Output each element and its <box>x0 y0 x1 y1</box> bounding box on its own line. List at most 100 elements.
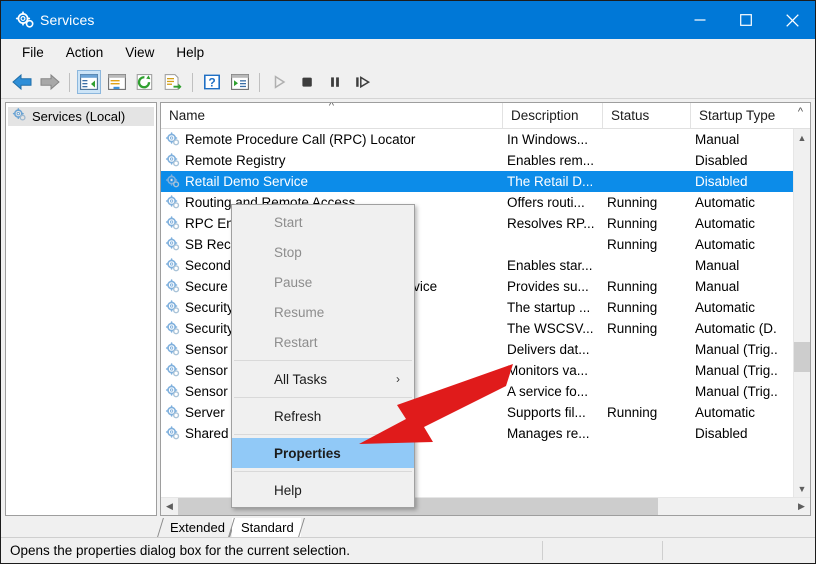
minimize-button[interactable] <box>677 1 723 39</box>
cell-startup: Disabled <box>695 426 805 441</box>
scroll-right-arrow-icon[interactable]: ▶ <box>793 498 810 515</box>
export-list-button[interactable] <box>161 70 185 94</box>
tree-node-services-local[interactable]: Services (Local) <box>8 107 154 126</box>
status-divider-1 <box>542 541 543 560</box>
services-gear-icon <box>165 195 182 211</box>
menu-item-label: Restart <box>274 335 318 350</box>
forward-button[interactable] <box>38 70 62 94</box>
cell-startup: Manual (Trig.. <box>695 384 805 399</box>
services-gear-icon <box>165 405 182 421</box>
show-hide-action-pane-button[interactable] <box>105 70 129 94</box>
column-header-startup-type[interactable]: Startup Type <box>691 103 791 128</box>
cell-description: Enables star... <box>507 258 603 273</box>
column-header-description-label: Description <box>511 108 579 123</box>
scroll-down-arrow-icon[interactable]: ▼ <box>794 480 811 497</box>
cell-startup: Automatic (D. <box>695 321 805 336</box>
toolbar-separator-2 <box>192 73 193 92</box>
cell-status: Running <box>607 321 691 336</box>
cell-name-label: Server <box>185 405 225 420</box>
menu-item-pause: Pause <box>232 267 414 297</box>
services-gear-icon <box>165 321 182 337</box>
cell-status: Running <box>607 300 691 315</box>
table-row[interactable]: Remote RegistryEnables rem...Disabled <box>161 150 810 171</box>
services-gear-icon <box>165 426 182 442</box>
menu-item-label: All Tasks <box>274 372 327 387</box>
cell-description: Offers routi... <box>507 195 603 210</box>
refresh-button[interactable] <box>133 70 157 94</box>
toolbar-separator-1 <box>69 73 70 92</box>
window-title: Services <box>40 12 94 28</box>
pause-service-button[interactable] <box>323 70 347 94</box>
menu-view[interactable]: View <box>114 42 165 63</box>
menu-item-start: Start <box>232 207 414 237</box>
menu-item-label: Pause <box>274 275 312 290</box>
cell-status: Running <box>607 279 691 294</box>
table-row[interactable]: Remote Procedure Call (RPC) LocatorIn Wi… <box>161 129 810 150</box>
restart-service-button[interactable] <box>351 70 375 94</box>
menu-item-label: Start <box>274 215 303 230</box>
toolbar: ? <box>1 66 815 99</box>
vertical-scroll-thumb[interactable] <box>794 342 811 372</box>
column-header-startup-type-label: Startup Type <box>699 108 775 123</box>
maximize-button[interactable] <box>723 1 769 39</box>
status-bar-text: Opens the properties dialog box for the … <box>1 543 350 558</box>
menu-file[interactable]: File <box>11 42 55 63</box>
cell-startup: Automatic <box>695 216 805 231</box>
cell-description: Resolves RP... <box>507 216 603 231</box>
cell-description: In Windows... <box>507 132 603 147</box>
help-question-icon[interactable]: ? <box>200 70 224 94</box>
menu-item-all-tasks[interactable]: All Tasks › <box>232 364 414 394</box>
cell-description: The startup ... <box>507 300 603 315</box>
column-header-name[interactable]: ^ Name <box>161 103 503 128</box>
cell-startup: Manual <box>695 279 805 294</box>
scroll-up-arrow-icon[interactable]: ▲ <box>794 129 811 146</box>
cell-description: Supports fil... <box>507 405 603 420</box>
submenu-chevron-icon: › <box>396 372 400 386</box>
menu-bar: File Action View Help <box>1 39 815 66</box>
show-hide-details-button[interactable] <box>228 70 252 94</box>
menu-item-stop: Stop <box>232 237 414 267</box>
tab-standard[interactable]: Standard <box>232 518 301 537</box>
cell-name-label: Retail Demo Service <box>185 174 308 189</box>
table-row[interactable]: Retail Demo ServiceThe Retail D...Disabl… <box>161 171 810 192</box>
column-header-status[interactable]: Status <box>603 103 691 128</box>
show-hide-console-tree-button[interactable] <box>77 70 101 94</box>
header-scroll-up-icon: ^ <box>791 103 810 128</box>
caption-buttons <box>677 1 815 39</box>
stop-service-button[interactable] <box>295 70 319 94</box>
tab-standard-label: Standard <box>241 520 294 535</box>
vertical-scrollbar[interactable]: ▲ ▼ <box>793 129 810 497</box>
cell-description: A service fo... <box>507 384 603 399</box>
menu-item-label: Stop <box>274 245 302 260</box>
services-window: Services File Action View Help <box>0 0 816 564</box>
close-button[interactable] <box>769 1 815 39</box>
vertical-scroll-track[interactable] <box>794 146 811 480</box>
cell-startup: Manual (Trig.. <box>695 342 805 357</box>
menu-help[interactable]: Help <box>165 42 215 63</box>
scroll-left-arrow-icon[interactable]: ◀ <box>161 498 178 515</box>
cell-name: Remote Procedure Call (RPC) Locator <box>165 132 505 148</box>
menu-item-restart: Restart <box>232 327 414 357</box>
menu-action[interactable]: Action <box>55 42 115 63</box>
services-gear-icon <box>165 279 182 295</box>
menu-item-refresh[interactable]: Refresh <box>232 401 414 431</box>
cell-startup: Disabled <box>695 153 805 168</box>
cell-status: Running <box>607 195 691 210</box>
status-bar: Opens the properties dialog box for the … <box>1 537 815 563</box>
column-header-description[interactable]: Description <box>503 103 603 128</box>
services-gear-icon <box>165 363 182 379</box>
cell-description: The Retail D... <box>507 174 603 189</box>
cell-description: Delivers dat... <box>507 342 603 357</box>
cell-startup: Automatic <box>695 405 805 420</box>
services-gear-icon <box>165 174 182 190</box>
cell-startup: Automatic <box>695 195 805 210</box>
tab-extended[interactable]: Extended <box>161 518 232 537</box>
cell-startup: Automatic <box>695 300 805 315</box>
services-gear-icon <box>165 132 182 148</box>
menu-item-help[interactable]: Help <box>232 475 414 505</box>
menu-separator <box>234 397 412 398</box>
menu-item-properties[interactable]: Properties <box>232 438 414 468</box>
back-button[interactable] <box>10 70 34 94</box>
menu-separator <box>234 434 412 435</box>
start-service-button[interactable] <box>267 70 291 94</box>
